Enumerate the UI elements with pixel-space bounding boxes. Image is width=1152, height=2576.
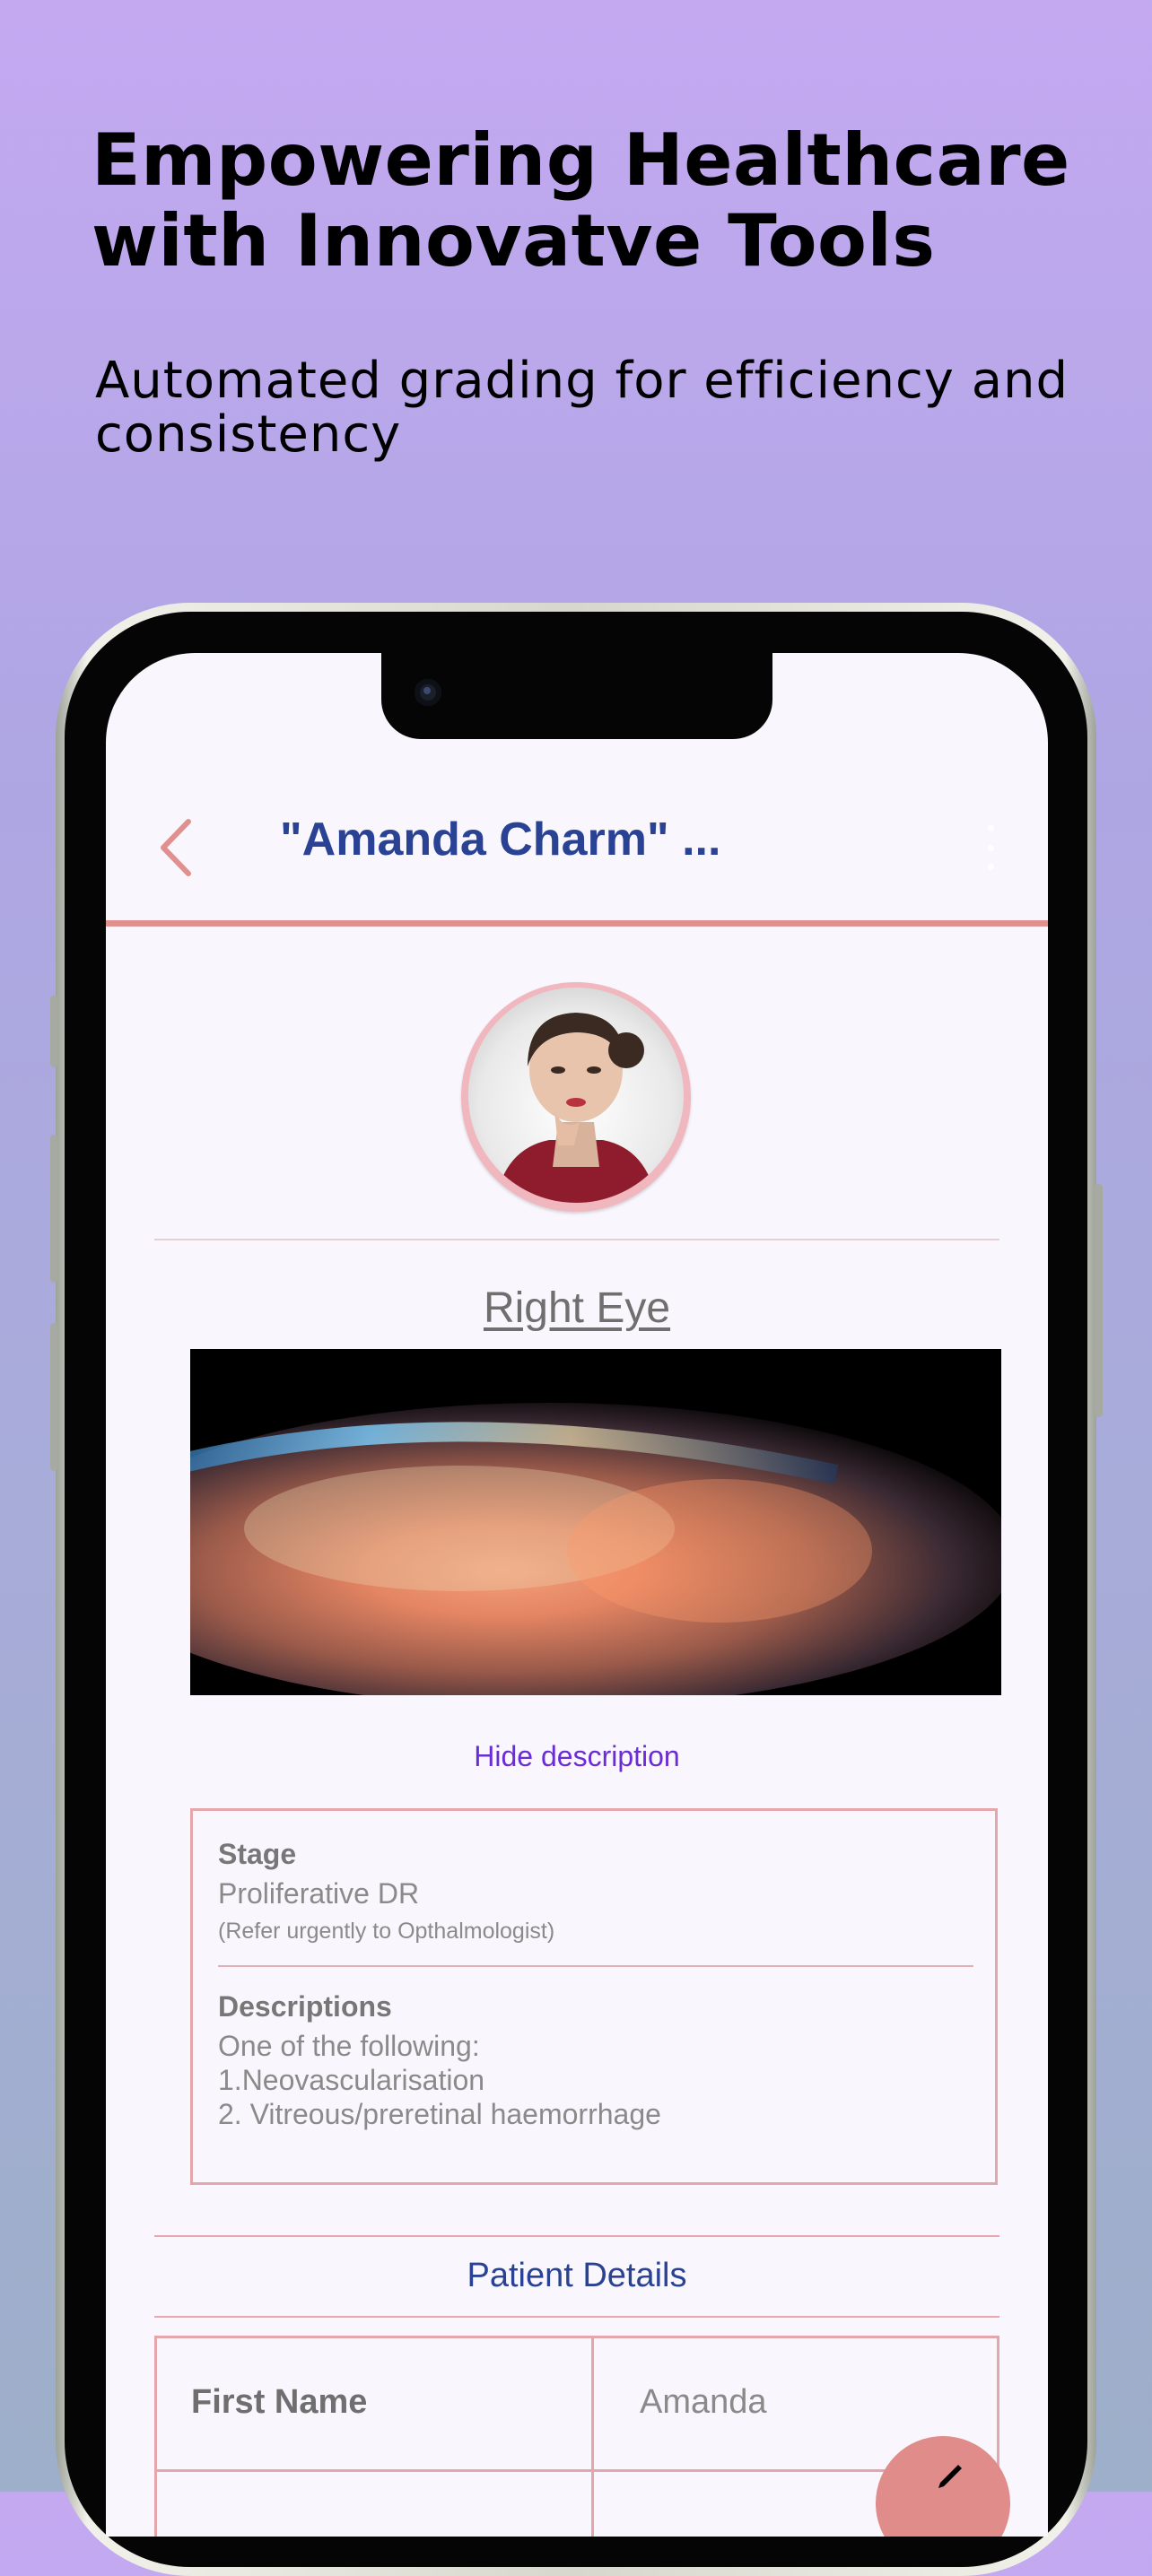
patient-avatar bbox=[461, 982, 691, 1212]
more-vertical-icon-dot bbox=[987, 864, 994, 870]
card-divider bbox=[218, 1965, 973, 1967]
description-line: 1.Neovascularisation bbox=[218, 2064, 485, 2096]
first-name-value: Amanda bbox=[640, 2383, 767, 2421]
front-camera bbox=[415, 679, 441, 706]
edit-icon bbox=[938, 2465, 962, 2488]
back-button[interactable] bbox=[153, 816, 197, 879]
patient-details-top-divider bbox=[154, 2235, 999, 2237]
hide-description-link[interactable]: Hide description bbox=[106, 1740, 1048, 1773]
table-column-divider bbox=[591, 2338, 594, 2537]
hero-subheadline: Automated grading for efficiency and con… bbox=[95, 352, 1069, 464]
description-card: Stage Proliferative DR (Refer urgently t… bbox=[190, 1808, 998, 2185]
chevron-left-icon bbox=[161, 819, 191, 876]
more-vertical-icon-dot bbox=[987, 844, 994, 851]
more-vertical-icon bbox=[987, 825, 994, 831]
retina-scan-graphic bbox=[106, 1349, 1016, 1708]
hero-headline: Empowering Healthcare with Innovatve Too… bbox=[92, 118, 1070, 283]
avatar-divider bbox=[154, 1239, 999, 1240]
retina-scan-image[interactable] bbox=[106, 1349, 1016, 1708]
patient-details-title: Patient Details bbox=[467, 2257, 687, 2294]
more-options-button[interactable] bbox=[982, 825, 999, 870]
avatar-portrait-image bbox=[495, 1013, 657, 1203]
eye-section-title: Right Eye bbox=[483, 1284, 671, 1332]
patient-details-table: First Name Amanda bbox=[154, 2336, 999, 2537]
phone-power-button bbox=[1095, 1184, 1103, 1417]
avatar-photo bbox=[468, 988, 684, 1203]
patient-details-bottom-divider bbox=[154, 2316, 999, 2318]
stage-note: (Refer urgently to Opthalmologist) bbox=[218, 1919, 555, 1944]
descriptions-label: Descriptions bbox=[218, 1990, 392, 2023]
description-line: One of the following: bbox=[218, 2030, 480, 2062]
app-bar-title: "Amanda Charm" ... bbox=[280, 814, 721, 866]
stage-value: Proliferative DR bbox=[218, 1877, 420, 1910]
phone-silent-switch bbox=[50, 996, 57, 1067]
table-row-divider bbox=[157, 2469, 997, 2472]
phone-volume-down-button bbox=[50, 1323, 57, 1471]
stage-label: Stage bbox=[218, 1838, 297, 1870]
description-line: 2. Vitreous/preretinal haemorrhage bbox=[218, 2098, 661, 2130]
app-screen: "Amanda Charm" ... Right Eye Hide descri… bbox=[106, 653, 1048, 2537]
app-bar-divider bbox=[106, 920, 1048, 927]
first-name-label: First Name bbox=[191, 2383, 368, 2421]
phone-volume-up-button bbox=[50, 1135, 57, 1283]
